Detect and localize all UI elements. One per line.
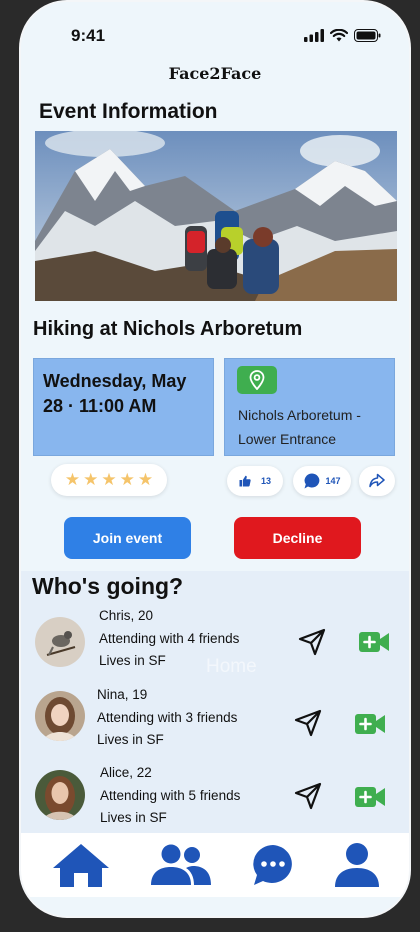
map-pin-icon[interactable] — [237, 366, 277, 394]
profile-icon[interactable] — [334, 842, 380, 888]
phone-frame: 9:41 Face2Face Event Information Hiking … — [19, 0, 411, 918]
home-overlay-text: Home — [206, 656, 257, 677]
event-location: Nichols Arboretum - Lower Entrance — [238, 407, 361, 447]
send-message-icon[interactable] — [297, 627, 327, 657]
bottom-nav — [21, 833, 409, 897]
star-icon[interactable]: ★ — [138, 470, 153, 490]
avatar[interactable] — [35, 770, 85, 820]
star-icon[interactable]: ★ — [83, 470, 98, 490]
home-indicator-area — [21, 897, 409, 916]
wifi-icon — [330, 29, 348, 42]
attendee-location: Lives in SF — [97, 732, 164, 747]
event-location-card[interactable]: Nichols Arboretum - Lower Entrance — [224, 358, 395, 456]
comment-icon — [304, 473, 320, 489]
event-date: Wednesday, May 28 · 11:00 AM — [43, 371, 187, 416]
star-icon[interactable]: ★ — [101, 470, 116, 490]
video-call-icon[interactable] — [354, 711, 386, 737]
decline-button[interactable]: Decline — [234, 517, 361, 559]
comment-button[interactable]: 147 — [293, 466, 351, 496]
star-icon[interactable]: ★ — [65, 470, 80, 490]
attendee-row: Alice, 22 Attending with 5 friends Lives… — [21, 764, 409, 840]
app-title: Face2Face — [168, 64, 262, 83]
send-message-icon[interactable] — [293, 708, 323, 738]
like-button[interactable]: 13 — [227, 466, 283, 496]
share-icon — [369, 473, 385, 488]
star-icon[interactable]: ★ — [120, 470, 135, 490]
people-icon[interactable] — [150, 843, 212, 887]
attendee-location: Lives in SF — [100, 810, 167, 825]
send-message-icon[interactable] — [293, 781, 323, 811]
event-photo — [35, 131, 397, 301]
home-icon[interactable] — [51, 842, 111, 888]
status-icons — [304, 29, 381, 42]
video-call-icon[interactable] — [354, 784, 386, 810]
avatar[interactable] — [35, 691, 85, 741]
signal-icon — [304, 29, 324, 42]
attendee-info: Nina, 19 Attending with 3 friends Lives … — [97, 684, 237, 752]
avatar[interactable] — [35, 617, 85, 667]
chat-icon[interactable] — [251, 843, 295, 887]
battery-icon — [354, 29, 381, 42]
status-bar: 9:41 — [21, 2, 409, 62]
share-button[interactable] — [359, 466, 395, 496]
rating-stars[interactable]: ★ ★ ★ ★ ★ — [51, 464, 167, 496]
attendee-name: Chris, 20 — [99, 608, 154, 623]
attendee-attending: Attending with 3 friends — [97, 709, 238, 725]
event-title: Hiking at Nichols Arboretum — [33, 318, 303, 340]
status-time: 9:41 — [71, 26, 106, 45]
comment-count: 147 — [325, 476, 341, 486]
video-call-icon[interactable] — [358, 629, 390, 655]
attendee-info: Alice, 22 Attending with 5 friends Lives… — [100, 762, 240, 830]
attendee-attending: Attending with 4 friends — [99, 630, 240, 646]
attendee-attending: Attending with 5 friends — [100, 787, 241, 803]
attendee-name: Nina, 19 — [97, 687, 148, 702]
thumbs-up-icon — [239, 475, 251, 487]
attendee-name: Alice, 22 — [100, 765, 152, 780]
event-info-title: Event Information — [39, 100, 218, 123]
join-event-button[interactable]: Join event — [64, 517, 191, 559]
event-date-card: Wednesday, May 28 · 11:00 AM — [33, 358, 214, 456]
like-count: 13 — [260, 476, 271, 486]
attendee-row: Nina, 19 Attending with 3 friends Lives … — [21, 686, 409, 762]
whos-going-title: Who's going? — [32, 573, 184, 599]
